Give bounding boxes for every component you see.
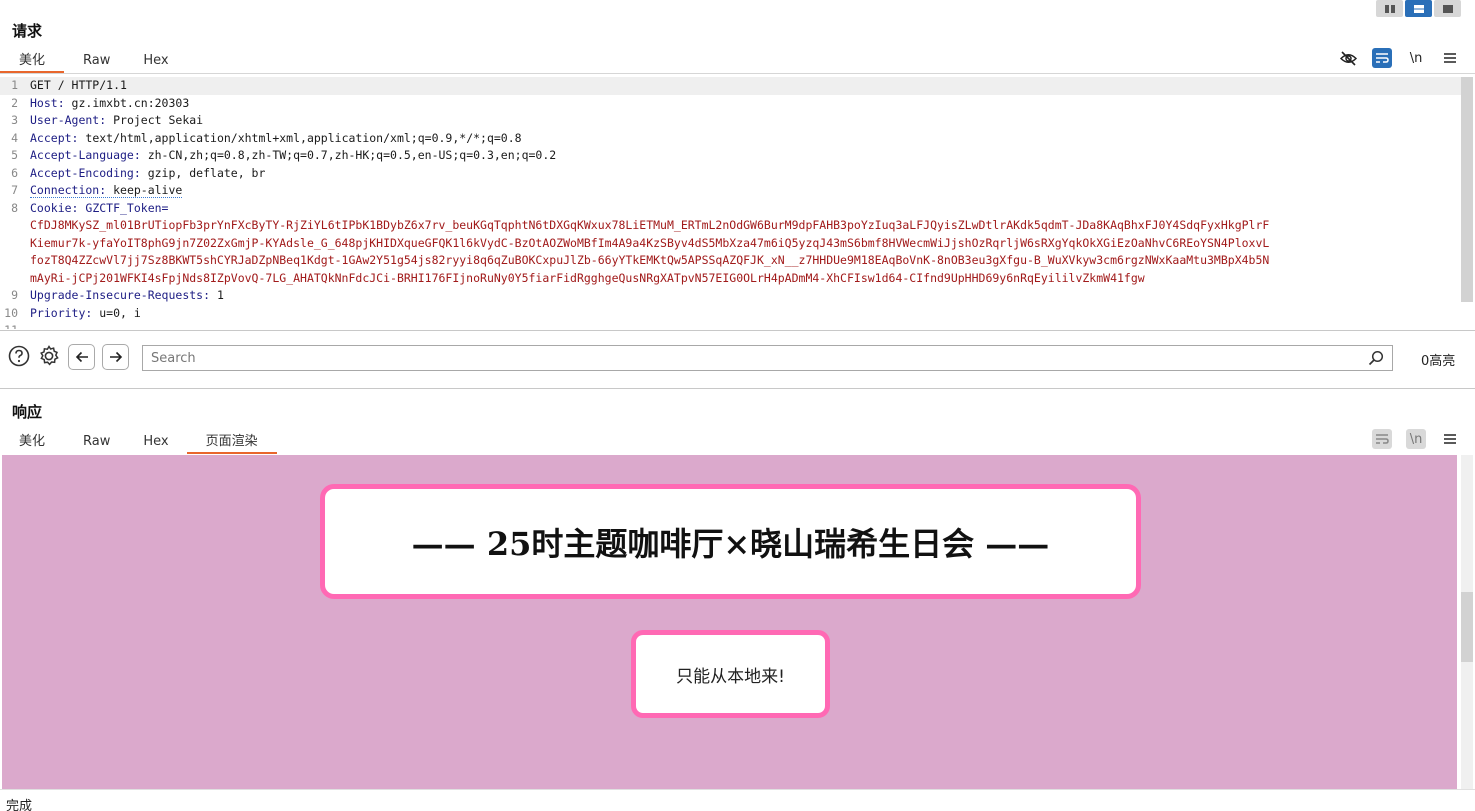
response-tabs: 美化 Raw Hex 页面渲染: [0, 432, 277, 454]
status-text: 完成: [6, 799, 33, 811]
panel-divider: [0, 388, 1475, 389]
status-bar: 完成: [0, 789, 1475, 811]
page-heading: —— 25时主题咖啡厅×晓山瑞希生日会 ——: [411, 524, 1050, 563]
arrow-left-icon: [75, 351, 88, 363]
message-text: 只能从本地来!: [676, 666, 785, 687]
settings-gear-icon[interactable]: [37, 344, 61, 368]
word-wrap-icon[interactable]: [1372, 429, 1392, 449]
code-line: 5 Accept-Language: zh-CN,zh;q=0.8,zh-TW;q…: [11, 148, 557, 162]
previous-match-button[interactable]: [68, 344, 95, 370]
request-tab-divider: [0, 73, 1475, 74]
code-line: 3 User-Agent: Project Sekai: [11, 113, 204, 127]
code-line: 7 Connection: keep-alive: [11, 183, 183, 198]
response-tab-pretty[interactable]: 美化: [0, 432, 64, 454]
code-line: mAyRi-jCPj201WFKI4sFpjNds8IZpVovQ-7LG_AH…: [30, 270, 1145, 285]
code-line: Kiemur7k-yfaYoIT8phG9jn7Z02ZxGmjP-KYAdsl…: [30, 235, 1270, 250]
single-panel-icon[interactable]: [1434, 0, 1461, 17]
search-input[interactable]: [143, 346, 1343, 370]
word-wrap-icon[interactable]: [1372, 48, 1392, 68]
highlight-count: 0高亮: [1421, 354, 1456, 369]
request-tab-pretty[interactable]: 美化: [0, 51, 65, 73]
request-title: 请求: [12, 22, 43, 40]
search-box: [142, 345, 1393, 371]
code-line: 1 GET / HTTP/1.1: [0, 77, 1461, 95]
help-icon[interactable]: [7, 344, 31, 368]
request-editor[interactable]: 1 GET / HTTP/1.1 2 Host: gz.imxbt.cn:20303…: [0, 77, 1461, 329]
response-title: 响应: [12, 403, 43, 421]
search-icon: [1368, 350, 1384, 366]
code-line: 2 Host: gz.imxbt.cn:20303: [11, 95, 190, 110]
request-tab-raw[interactable]: Raw: [64, 51, 127, 73]
response-tab-hex[interactable]: Hex: [127, 432, 186, 454]
request-tab-hex[interactable]: Hex: [127, 51, 187, 73]
request-toolbar: \n: [1338, 48, 1460, 68]
code-line: fozT8Q4ZZcwVl7jj7Sz8BKWT5shCYRJaDZpNBeq1…: [30, 253, 1270, 267]
split-horizontal-icon[interactable]: [1405, 0, 1432, 17]
newline-toggle[interactable]: \n: [1406, 48, 1426, 68]
response-tab-raw[interactable]: Raw: [64, 432, 127, 454]
code-line: CfDJ8MKySZ_ml01BrUTiopFb3prYnFXcByTY-RjZ…: [30, 218, 1270, 232]
arrow-right-icon: [109, 351, 122, 363]
next-match-button[interactable]: [102, 344, 129, 370]
code-line: 9 Upgrade-Insecure-Requests: 1: [11, 288, 224, 302]
response-scrollbar-thumb[interactable]: [1461, 592, 1473, 662]
editor-divider: [0, 330, 1475, 331]
code-line: 8 Cookie: GZCTF_Token=: [11, 200, 169, 215]
response-tab-render[interactable]: 页面渲染: [186, 432, 277, 454]
code-line: 4 Accept: text/html,application/xhtml+xml…: [11, 130, 522, 145]
menu-icon[interactable]: [1440, 48, 1460, 68]
layout-toggle-group: [1376, 0, 1461, 17]
burp-request-response-view: 请求 美化 Raw Hex \n 1 GET / HTTP/1.1 2 Host: …: [0, 0, 1475, 811]
newline-toggle[interactable]: \n: [1406, 429, 1426, 449]
message-card: 只能从本地来!: [631, 630, 830, 718]
code-line: 10 Priority: u=0, i: [4, 305, 141, 320]
menu-icon[interactable]: [1440, 429, 1460, 449]
request-tabs: 美化 Raw Hex: [0, 51, 188, 73]
page-heading-card: —— 25时主题咖啡厅×晓山瑞希生日会 ——: [320, 484, 1141, 599]
response-toolbar: \n: [1372, 429, 1460, 449]
hide-eye-icon[interactable]: [1338, 48, 1358, 68]
rendered-page: —— 25时主题咖啡厅×晓山瑞希生日会 —— 只能从本地来!: [2, 455, 1457, 789]
request-scrollbar[interactable]: [1461, 77, 1473, 302]
search-bar: 0高亮: [0, 340, 1475, 376]
split-vertical-icon[interactable]: [1376, 0, 1403, 17]
code-line: 6 Accept-Encoding: gzip, deflate, br: [11, 165, 266, 180]
